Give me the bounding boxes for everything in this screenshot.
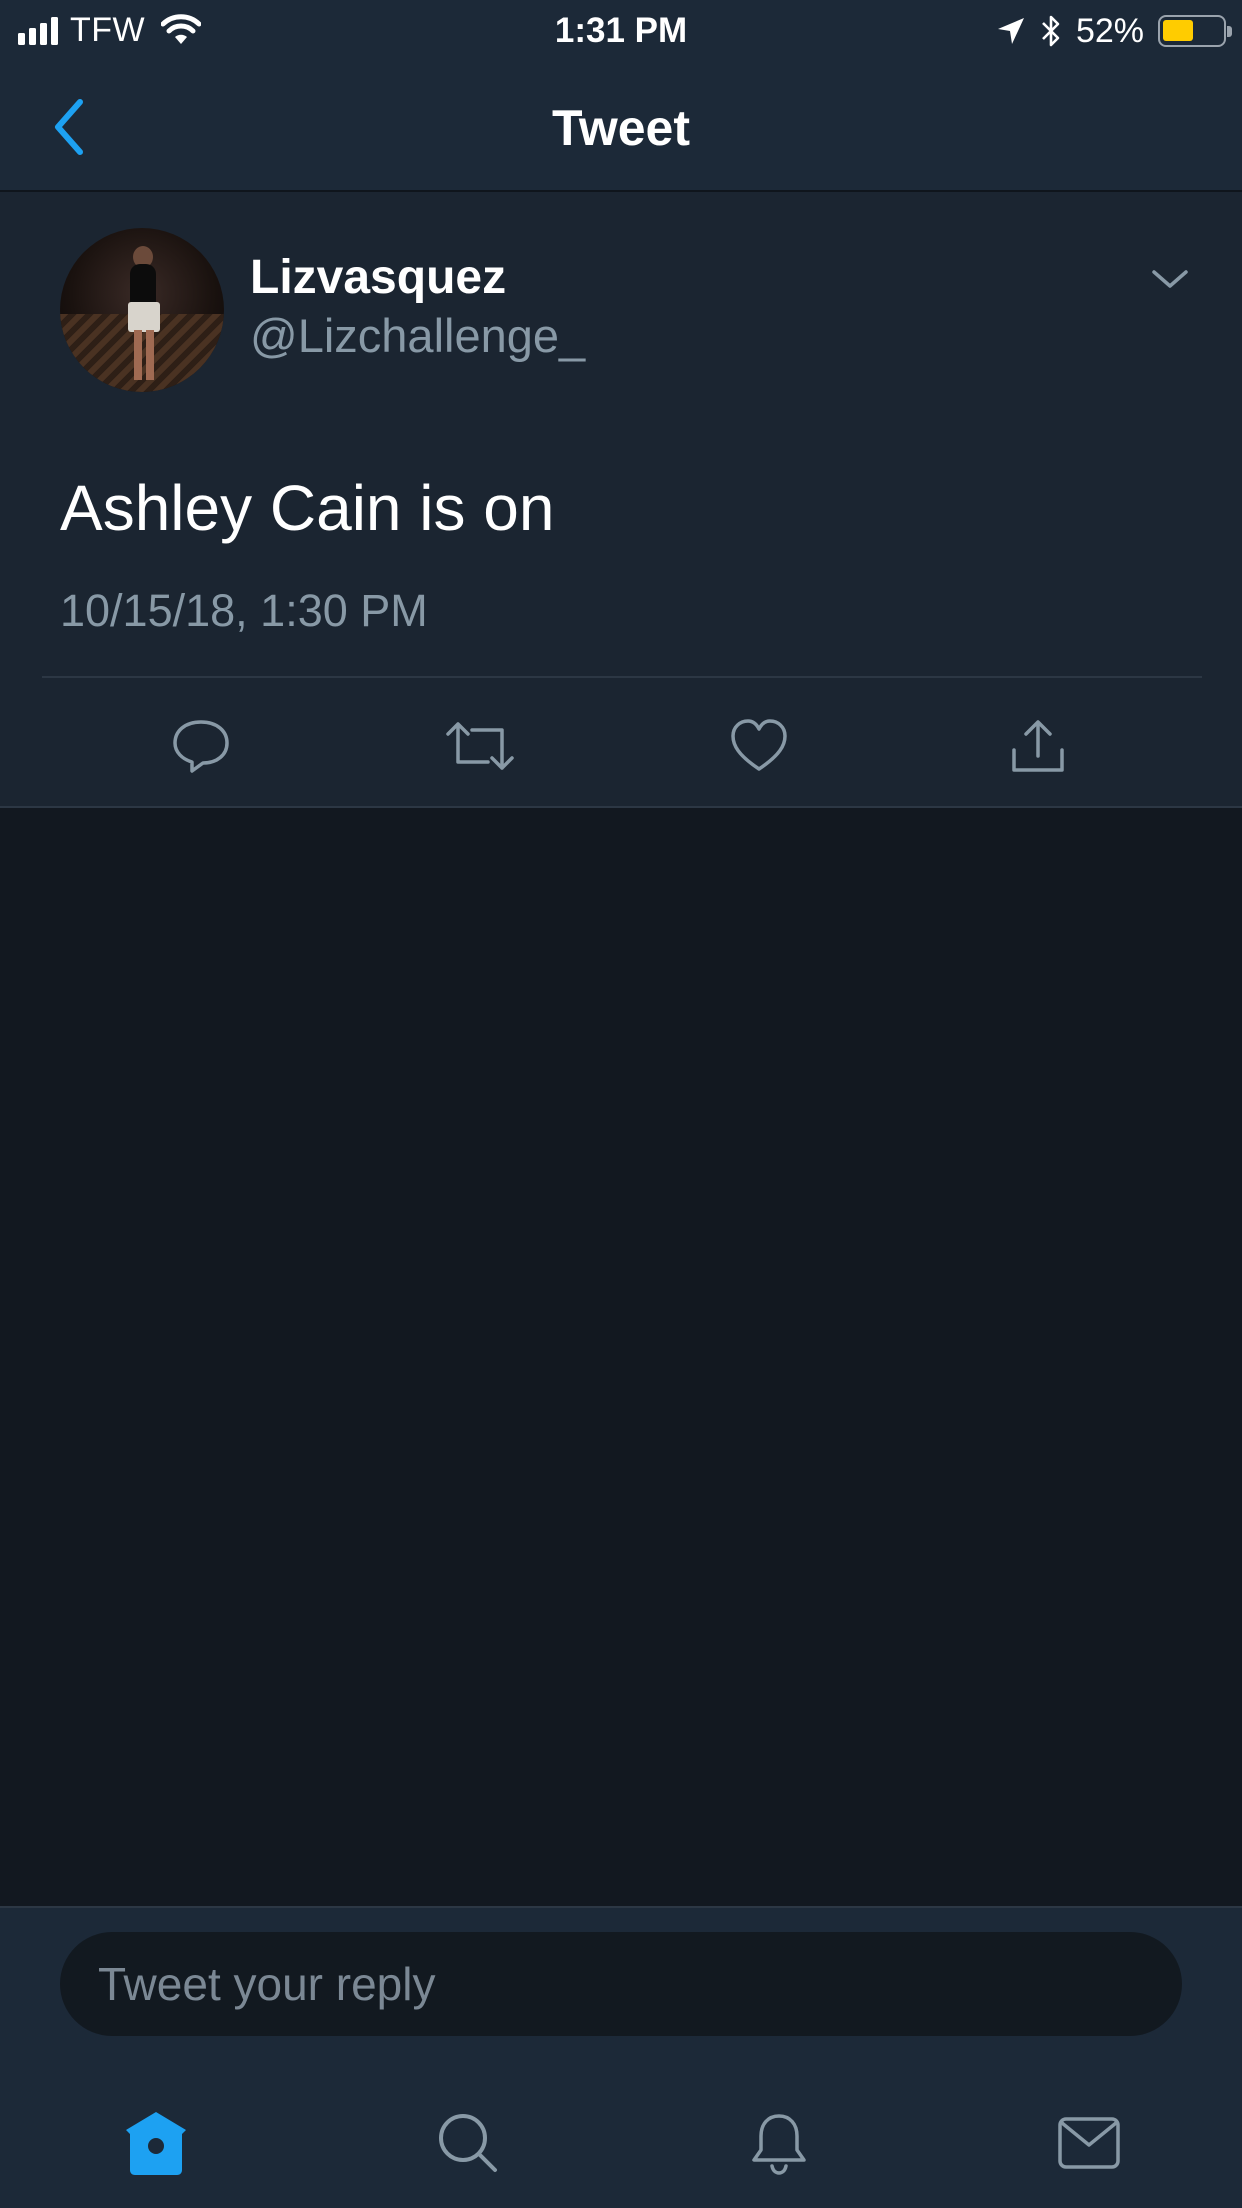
tab-notifications[interactable] [734, 2098, 824, 2188]
bottom-area [0, 1906, 1242, 2208]
avatar[interactable] [60, 228, 224, 392]
author-handle[interactable]: @Lizchallenge_ [250, 308, 585, 364]
author-display-name[interactable]: Lizvasquez [250, 250, 506, 306]
battery-icon [1158, 15, 1232, 47]
location-arrow-icon [997, 18, 1024, 44]
divider [42, 676, 1202, 678]
status-right: 52% [996, 10, 1232, 52]
header-area: TFW 1:31 PM 52% Tweet [0, 0, 1242, 192]
retweet-icon [446, 722, 514, 770]
home-icon [126, 2112, 186, 2175]
notifications-icon [752, 2114, 806, 2175]
reply-icon [173, 720, 229, 773]
retweet-button[interactable] [440, 706, 520, 786]
like-icon [731, 719, 787, 771]
tweet-timestamp[interactable]: 10/15/18, 1:30 PM [60, 584, 428, 638]
chevron-down-icon[interactable] [1148, 264, 1192, 294]
bluetooth-icon [1042, 15, 1060, 47]
messages-icon [1058, 2117, 1120, 2169]
tab-home[interactable] [111, 2098, 201, 2188]
tab-messages[interactable] [1044, 2098, 1134, 2188]
tab-search[interactable] [423, 2098, 513, 2188]
reply-button[interactable] [161, 706, 241, 786]
reply-input[interactable] [60, 1932, 1182, 2036]
tweet-text: Ashley Cain is on [60, 472, 555, 544]
reply-box [60, 1932, 1182, 2036]
search-icon [439, 2114, 497, 2172]
status-bar: TFW 1:31 PM 52% [0, 0, 1242, 62]
tweet-detail-screen: TFW 1:31 PM 52% Tweet Lizvasquez @Lizcha… [0, 0, 1242, 2208]
battery-percent: 52% [1075, 12, 1144, 50]
like-button[interactable] [719, 706, 799, 786]
share-icon [1012, 720, 1064, 772]
page-title: Tweet [552, 100, 690, 156]
share-button[interactable] [998, 706, 1078, 786]
tweet-card: Lizvasquez @Lizchallenge_ Ashley Cain is… [0, 192, 1242, 808]
nav-bar: Tweet [0, 62, 1242, 192]
battery-fill [1163, 20, 1193, 41]
